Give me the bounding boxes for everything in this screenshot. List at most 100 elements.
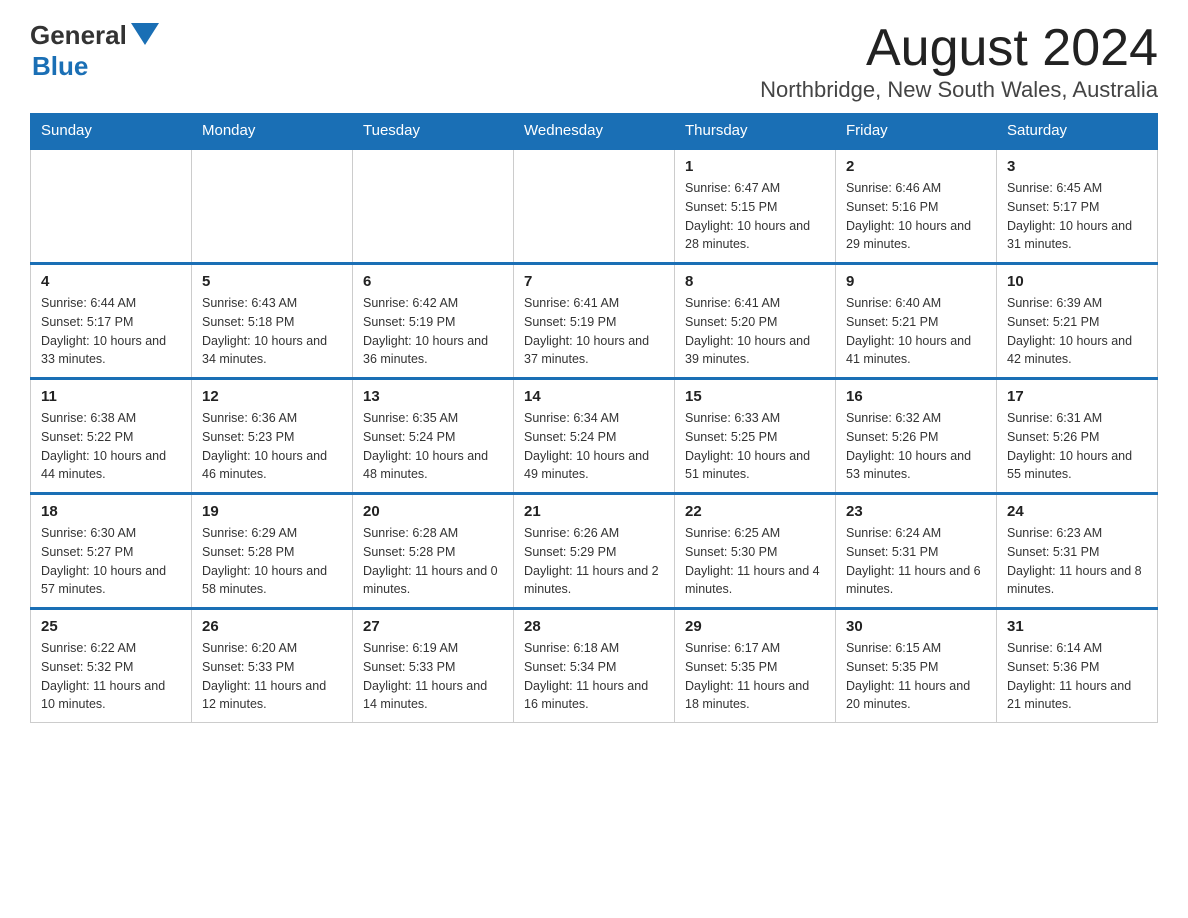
calendar-week-row: 25 Sunrise: 6:22 AMSunset: 5:32 PMDayligh… xyxy=(31,609,1158,723)
calendar-cell: 20Sunrise: 6:28 AMSunset: 5:28 PMDayligh… xyxy=(353,494,514,609)
day-number: 9 xyxy=(846,273,986,290)
calendar-cell: 25 Sunrise: 6:22 AMSunset: 5:32 PMDayligh… xyxy=(31,609,192,723)
calendar-cell: 7 Sunrise: 6:41 AMSunset: 5:19 PMDaylight… xyxy=(514,264,675,379)
calendar-cell: 14 Sunrise: 6:34 AMSunset: 5:24 PMDayligh… xyxy=(514,379,675,494)
day-info: Sunrise: 6:32 AMSunset: 5:26 PMDaylight:… xyxy=(846,409,986,484)
calendar-cell: 29 Sunrise: 6:17 AMSunset: 5:35 PMDayligh… xyxy=(675,609,836,723)
day-info: Sunrise: 6:41 AMSunset: 5:19 PMDaylight:… xyxy=(524,294,664,369)
calendar-cell: 9 Sunrise: 6:40 AMSunset: 5:21 PMDaylight… xyxy=(836,264,997,379)
day-info: Sunrise: 6:36 AMSunset: 5:23 PMDaylight:… xyxy=(202,409,342,484)
calendar-cell: 16Sunrise: 6:32 AMSunset: 5:26 PMDayligh… xyxy=(836,379,997,494)
calendar-cell: 31 Sunrise: 6:14 AMSunset: 5:36 PMDayligh… xyxy=(997,609,1158,723)
day-number: 25 xyxy=(41,618,181,635)
logo-triangle-icon xyxy=(131,23,159,45)
day-number: 17 xyxy=(1007,388,1147,405)
logo-general: General xyxy=(30,20,127,51)
day-info: Sunrise: 6:34 AMSunset: 5:24 PMDaylight:… xyxy=(524,409,664,484)
day-info: Sunrise: 6:47 AMSunset: 5:15 PMDaylight:… xyxy=(685,179,825,254)
calendar-cell: 3 Sunrise: 6:45 AMSunset: 5:17 PMDaylight… xyxy=(997,149,1158,264)
day-info: Sunrise: 6:42 AMSunset: 5:19 PMDaylight:… xyxy=(363,294,503,369)
day-info: Sunrise: 6:30 AMSunset: 5:27 PMDaylight:… xyxy=(41,524,181,599)
day-number: 14 xyxy=(524,388,664,405)
calendar-cell: 13 Sunrise: 6:35 AMSunset: 5:24 PMDayligh… xyxy=(353,379,514,494)
day-info: Sunrise: 6:22 AMSunset: 5:32 PMDaylight:… xyxy=(41,639,181,714)
day-number: 8 xyxy=(685,273,825,290)
day-number: 19 xyxy=(202,503,342,520)
day-info: Sunrise: 6:46 AMSunset: 5:16 PMDaylight:… xyxy=(846,179,986,254)
day-info: Sunrise: 6:33 AMSunset: 5:25 PMDaylight:… xyxy=(685,409,825,484)
calendar-week-row: 18 Sunrise: 6:30 AMSunset: 5:27 PMDayligh… xyxy=(31,494,1158,609)
calendar-week-row: 4 Sunrise: 6:44 AMSunset: 5:17 PMDaylight… xyxy=(31,264,1158,379)
calendar-cell: 15 Sunrise: 6:33 AMSunset: 5:25 PMDayligh… xyxy=(675,379,836,494)
weekday-header: Tuesday xyxy=(353,114,514,149)
calendar-cell: 17 Sunrise: 6:31 AMSunset: 5:26 PMDayligh… xyxy=(997,379,1158,494)
day-info: Sunrise: 6:44 AMSunset: 5:17 PMDaylight:… xyxy=(41,294,181,369)
day-info: Sunrise: 6:31 AMSunset: 5:26 PMDaylight:… xyxy=(1007,409,1147,484)
day-info: Sunrise: 6:18 AMSunset: 5:34 PMDaylight:… xyxy=(524,639,664,714)
weekday-header: Sunday xyxy=(31,114,192,149)
day-number: 10 xyxy=(1007,273,1147,290)
calendar-cell: 4 Sunrise: 6:44 AMSunset: 5:17 PMDaylight… xyxy=(31,264,192,379)
day-number: 22 xyxy=(685,503,825,520)
calendar-cell: 23Sunrise: 6:24 AMSunset: 5:31 PMDayligh… xyxy=(836,494,997,609)
weekday-header: Wednesday xyxy=(514,114,675,149)
day-info: Sunrise: 6:14 AMSunset: 5:36 PMDaylight:… xyxy=(1007,639,1147,714)
day-info: Sunrise: 6:19 AMSunset: 5:33 PMDaylight:… xyxy=(363,639,503,714)
day-number: 4 xyxy=(41,273,181,290)
calendar-subtitle: Northbridge, New South Wales, Australia xyxy=(760,77,1158,103)
day-info: Sunrise: 6:41 AMSunset: 5:20 PMDaylight:… xyxy=(685,294,825,369)
calendar-cell: 28Sunrise: 6:18 AMSunset: 5:34 PMDayligh… xyxy=(514,609,675,723)
day-info: Sunrise: 6:20 AMSunset: 5:33 PMDaylight:… xyxy=(202,639,342,714)
calendar-cell: 8 Sunrise: 6:41 AMSunset: 5:20 PMDaylight… xyxy=(675,264,836,379)
day-number: 11 xyxy=(41,388,181,405)
day-number: 12 xyxy=(202,388,342,405)
day-number: 5 xyxy=(202,273,342,290)
calendar-table: SundayMondayTuesdayWednesdayThursdayFrid… xyxy=(30,113,1158,723)
day-info: Sunrise: 6:40 AMSunset: 5:21 PMDaylight:… xyxy=(846,294,986,369)
day-info: Sunrise: 6:29 AMSunset: 5:28 PMDaylight:… xyxy=(202,524,342,599)
calendar-cell: 26 Sunrise: 6:20 AMSunset: 5:33 PMDayligh… xyxy=(192,609,353,723)
calendar-cell: 2 Sunrise: 6:46 AMSunset: 5:16 PMDaylight… xyxy=(836,149,997,264)
day-info: Sunrise: 6:45 AMSunset: 5:17 PMDaylight:… xyxy=(1007,179,1147,254)
calendar-cell: 10Sunrise: 6:39 AMSunset: 5:21 PMDayligh… xyxy=(997,264,1158,379)
day-number: 6 xyxy=(363,273,503,290)
calendar-cell: 19 Sunrise: 6:29 AMSunset: 5:28 PMDayligh… xyxy=(192,494,353,609)
calendar-cell: 27 Sunrise: 6:19 AMSunset: 5:33 PMDayligh… xyxy=(353,609,514,723)
day-number: 21 xyxy=(524,503,664,520)
page-header: General Blue August 2024 Northbridge, Ne… xyxy=(30,20,1158,103)
day-number: 15 xyxy=(685,388,825,405)
calendar-week-row: 1 Sunrise: 6:47 AMSunset: 5:15 PMDaylight… xyxy=(31,149,1158,264)
day-number: 1 xyxy=(685,158,825,175)
day-number: 18 xyxy=(41,503,181,520)
calendar-cell: 30 Sunrise: 6:15 AMSunset: 5:35 PMDayligh… xyxy=(836,609,997,723)
weekday-header: Monday xyxy=(192,114,353,149)
day-number: 13 xyxy=(363,388,503,405)
day-number: 7 xyxy=(524,273,664,290)
day-number: 26 xyxy=(202,618,342,635)
calendar-cell: 18 Sunrise: 6:30 AMSunset: 5:27 PMDayligh… xyxy=(31,494,192,609)
day-info: Sunrise: 6:26 AMSunset: 5:29 PMDaylight:… xyxy=(524,524,664,599)
calendar-cell: 12 Sunrise: 6:36 AMSunset: 5:23 PMDayligh… xyxy=(192,379,353,494)
day-info: Sunrise: 6:17 AMSunset: 5:35 PMDaylight:… xyxy=(685,639,825,714)
logo: General Blue xyxy=(30,20,159,82)
day-number: 27 xyxy=(363,618,503,635)
calendar-header-row: SundayMondayTuesdayWednesdayThursdayFrid… xyxy=(31,114,1158,149)
calendar-cell xyxy=(353,149,514,264)
day-info: Sunrise: 6:25 AMSunset: 5:30 PMDaylight:… xyxy=(685,524,825,599)
day-info: Sunrise: 6:15 AMSunset: 5:35 PMDaylight:… xyxy=(846,639,986,714)
day-number: 24 xyxy=(1007,503,1147,520)
day-info: Sunrise: 6:24 AMSunset: 5:31 PMDaylight:… xyxy=(846,524,986,599)
weekday-header: Saturday xyxy=(997,114,1158,149)
day-number: 2 xyxy=(846,158,986,175)
day-info: Sunrise: 6:35 AMSunset: 5:24 PMDaylight:… xyxy=(363,409,503,484)
calendar-cell: 6 Sunrise: 6:42 AMSunset: 5:19 PMDaylight… xyxy=(353,264,514,379)
calendar-title-area: August 2024 Northbridge, New South Wales… xyxy=(760,20,1158,103)
day-number: 29 xyxy=(685,618,825,635)
day-number: 3 xyxy=(1007,158,1147,175)
calendar-cell xyxy=(192,149,353,264)
calendar-cell: 1 Sunrise: 6:47 AMSunset: 5:15 PMDaylight… xyxy=(675,149,836,264)
logo-blue: Blue xyxy=(32,51,88,82)
calendar-cell: 11Sunrise: 6:38 AMSunset: 5:22 PMDayligh… xyxy=(31,379,192,494)
day-number: 31 xyxy=(1007,618,1147,635)
day-number: 30 xyxy=(846,618,986,635)
